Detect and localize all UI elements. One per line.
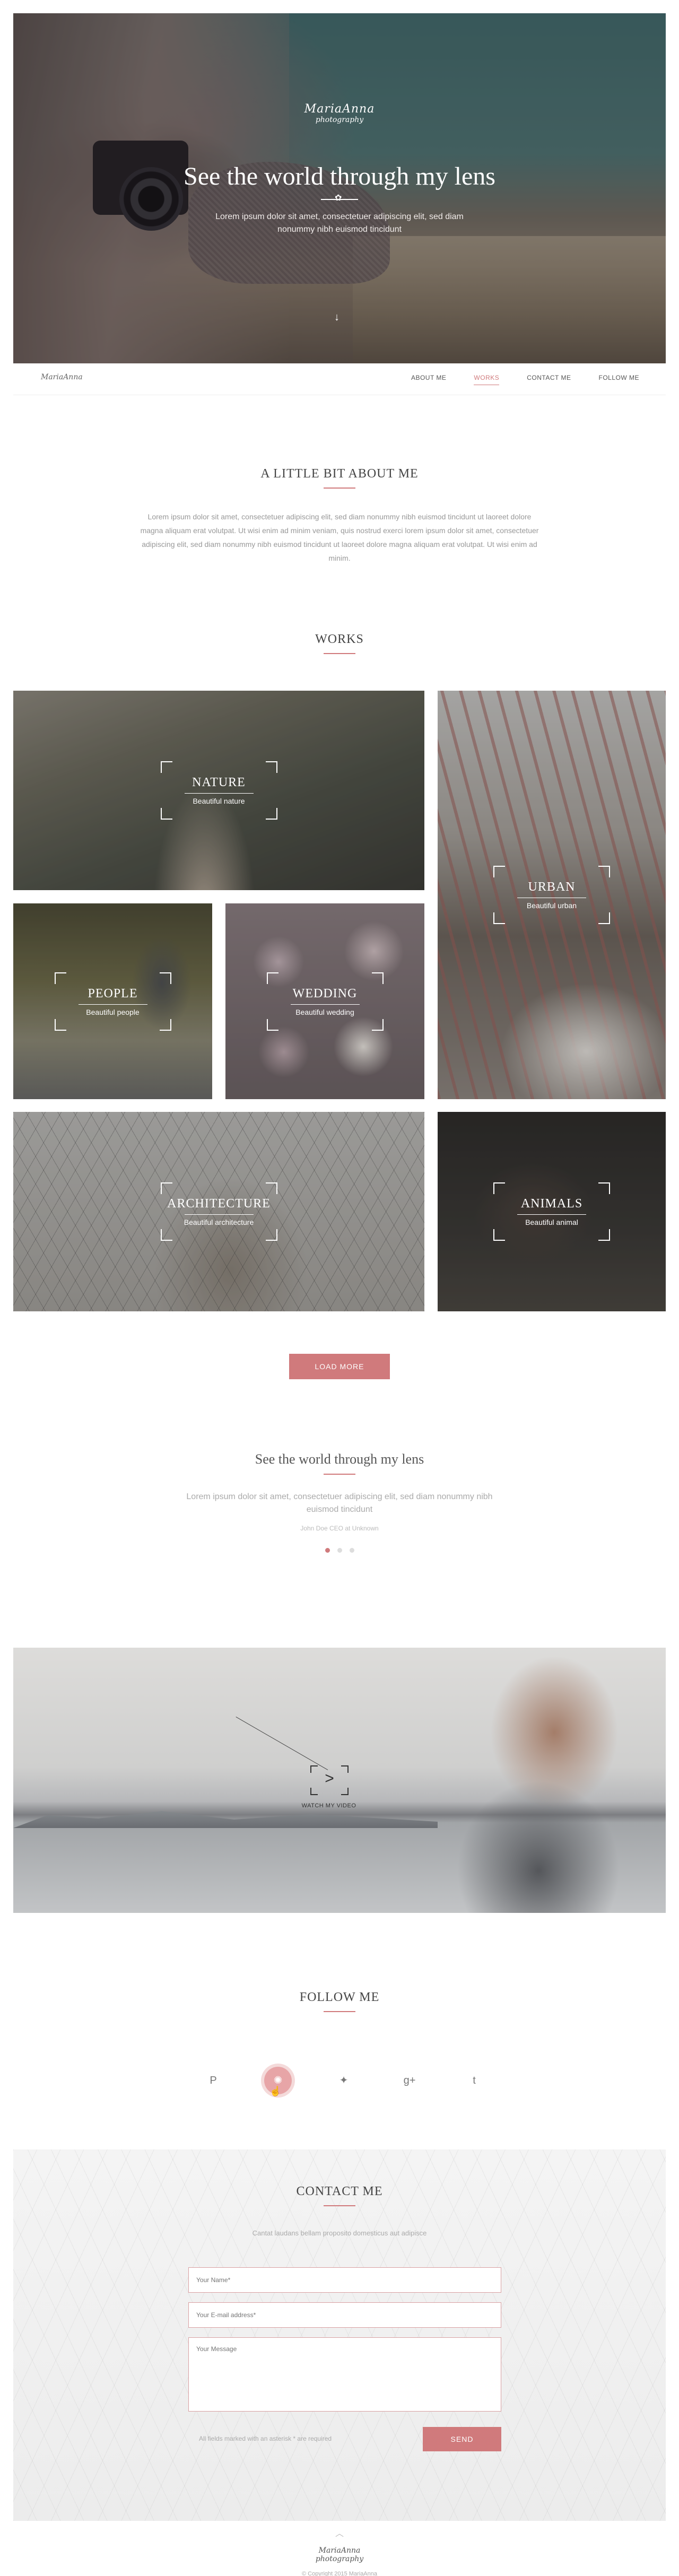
tumblr-icon[interactable]: t (460, 2067, 488, 2094)
tile-caption: URBAN Beautiful urban (438, 880, 666, 910)
testimonial-author: John Doe CEO at Unknown (300, 1525, 379, 1532)
footer-logo: MariaAnna photography (0, 2546, 679, 2563)
tile-title: URBAN (528, 880, 576, 894)
footer-logo-name: MariaAnna (318, 2546, 361, 2555)
tile-caption: NATURE Beautiful nature (13, 776, 424, 805)
tile-subtitle: Beautiful wedding (295, 1007, 354, 1016)
hand-cursor-icon: ☝ (269, 2086, 282, 2096)
follow-title: FOLLOW ME (299, 1990, 380, 2004)
video-section: > WATCH MY VIDEO (13, 1648, 666, 1913)
hero-logo-tagline: photography (315, 116, 364, 124)
works-title-underline (324, 653, 355, 654)
tile-caption: ARCHITECTURE Beautiful architecture (13, 1197, 424, 1226)
email-field[interactable] (188, 2302, 501, 2328)
nav-item-follow[interactable]: FOLLOW ME (598, 374, 639, 385)
tile-title: NATURE (192, 776, 246, 789)
footer: ︿ MariaAnna photography © Copyright 2015… (0, 2521, 679, 2576)
load-more-button[interactable]: LOAD MORE (289, 1354, 390, 1379)
send-button[interactable]: SEND (423, 2427, 501, 2451)
nav-item-about[interactable]: ABOUT ME (411, 374, 446, 385)
arrow-down-icon[interactable]: ↓ (334, 311, 340, 324)
work-tile-people[interactable]: PEOPLE Beautiful people (13, 903, 212, 1099)
slide-dot-3[interactable] (349, 1548, 354, 1553)
work-tile-wedding[interactable]: WEDDING Beautiful wedding (225, 903, 424, 1099)
pinterest-icon[interactable]: P (199, 2067, 227, 2094)
work-tile-animals[interactable]: ANIMALS Beautiful animal (438, 1112, 666, 1311)
contact-heading: CONTACT ME (13, 2185, 666, 2206)
work-tile-urban[interactable]: URBAN Beautiful urban (438, 691, 666, 1099)
tile-title: WEDDING (292, 986, 358, 1000)
about-title: A LITTLE BIT ABOUT ME (260, 467, 419, 481)
required-fields-note: All fields marked with an asterisk * are… (199, 2435, 332, 2442)
nav-item-contact[interactable]: CONTACT ME (527, 374, 571, 385)
contact-title: CONTACT ME (296, 2185, 383, 2198)
about-title-underline (324, 488, 355, 489)
tile-divider (184, 1214, 254, 1215)
nav-item-works[interactable]: WORKS (474, 374, 500, 385)
nav-menu: ABOUT ME WORKS CONTACT ME FOLLOW ME (411, 374, 639, 385)
works-title: WORKS (315, 632, 364, 646)
watch-video-label[interactable]: WATCH MY VIDEO (300, 1803, 358, 1809)
tile-divider (290, 1004, 360, 1005)
contact-intro: Cantat laudans bellam proposito domestic… (252, 2229, 427, 2237)
arrow-up-icon[interactable]: ︿ (0, 2526, 679, 2539)
testimonial-pagination (0, 1548, 679, 1553)
slide-dot-2[interactable] (337, 1548, 342, 1553)
twitter-icon[interactable]: ✦ (330, 2067, 358, 2094)
video-photo-mountains (13, 1811, 438, 1828)
hero-section: MariaAnna photography See the world thro… (13, 13, 666, 363)
tile-caption: PEOPLE Beautiful people (13, 987, 212, 1016)
slide-dot-1[interactable] (325, 1548, 330, 1553)
testimonial-underline (324, 1474, 355, 1475)
footer-logo-tagline: photography (315, 2555, 364, 2563)
hero-title: See the world through my lens (184, 162, 495, 190)
tile-title: ARCHITECTURE (167, 1197, 271, 1211)
tile-caption: ANIMALS Beautiful animal (438, 1197, 666, 1226)
tile-divider (78, 1004, 147, 1005)
hero-logo: MariaAnna photography (13, 102, 666, 124)
hero-subtitle: Lorem ipsum dolor sit amet, consectetuer… (215, 212, 464, 234)
video-photo-person (379, 1648, 666, 1913)
testimonial-section: See the world through my lens Lorem ipsu… (0, 1451, 679, 1553)
testimonial-title: See the world through my lens (255, 1451, 424, 1467)
copyright: © Copyright 2015 MariaAnna (301, 2571, 378, 2576)
hero-logo-name: MariaAnna (304, 102, 375, 116)
works-heading: WORKS (0, 632, 679, 654)
follow-section: FOLLOW ME (0, 1990, 679, 2012)
about-text: Lorem ipsum dolor sit amet, consectetuer… (140, 512, 539, 562)
tile-divider (517, 1214, 586, 1215)
hero-divider-ornament-icon: ✿ (335, 194, 342, 203)
video-pointer-line (236, 1717, 328, 1770)
tile-subtitle: Beautiful architecture (184, 1218, 254, 1226)
play-video-button[interactable]: > (310, 1765, 349, 1795)
about-section: A LITTLE BIT ABOUT ME Lorem ipsum dolor … (0, 467, 679, 565)
tile-subtitle: Beautiful nature (193, 797, 245, 805)
social-links: P ✺ ✦ g+ t ☝ (0, 2067, 679, 2099)
message-field[interactable] (188, 2337, 501, 2412)
follow-underline (324, 2011, 355, 2012)
main-nav: MariaAnna ABOUT ME WORKS CONTACT ME FOLL… (13, 363, 666, 395)
nav-brand[interactable]: MariaAnna (41, 373, 83, 381)
name-field[interactable] (188, 2267, 501, 2293)
contact-underline (324, 2205, 355, 2206)
google-plus-icon[interactable]: g+ (396, 2067, 423, 2094)
tile-subtitle: Beautiful people (86, 1007, 140, 1016)
work-tile-architecture[interactable]: ARCHITECTURE Beautiful architecture (13, 1112, 424, 1311)
play-icon: > (325, 1770, 334, 1787)
tile-title: PEOPLE (88, 986, 138, 1000)
contact-section: CONTACT ME Cantat laudans bellam proposi… (13, 2149, 666, 2521)
tile-caption: WEDDING Beautiful wedding (225, 987, 424, 1016)
testimonial-quote: Lorem ipsum dolor sit amet, consectetuer… (186, 1492, 493, 1514)
tile-subtitle: Beautiful urban (526, 901, 577, 910)
tile-subtitle: Beautiful animal (525, 1218, 578, 1226)
tile-divider (184, 793, 254, 794)
tile-title: ANIMALS (520, 1197, 583, 1211)
work-tile-nature[interactable]: NATURE Beautiful nature (13, 691, 424, 890)
